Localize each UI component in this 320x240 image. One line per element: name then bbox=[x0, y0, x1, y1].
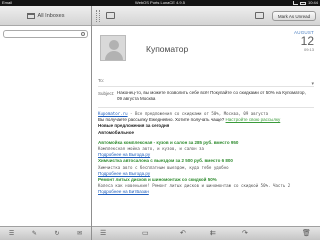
deal-link-3[interactable]: Подробнее на БитБазан bbox=[98, 189, 314, 195]
inbox-header: All Inboxes bbox=[0, 6, 91, 26]
reply-all-icon[interactable]: ⇇ bbox=[210, 229, 216, 238]
search-input[interactable] bbox=[3, 30, 88, 38]
delete-icon[interactable]: 🗑 bbox=[302, 229, 311, 238]
pane-grip-icon[interactable] bbox=[96, 10, 100, 22]
date-time: 09:13 bbox=[303, 47, 314, 52]
inbox-title: All Inboxes bbox=[37, 12, 65, 19]
sender-name[interactable]: Купоматор bbox=[146, 44, 188, 54]
flag-icon[interactable] bbox=[255, 12, 264, 19]
inbox-icon bbox=[26, 12, 35, 19]
subscription-settings-link[interactable]: Настройте свою рассылку bbox=[226, 117, 281, 122]
message-header: Mark As Unread bbox=[92, 6, 320, 26]
left-toolbar: ☰ ✎ ↻ ✉ bbox=[0, 226, 91, 240]
to-label: To: bbox=[98, 78, 105, 83]
sender-section: Купоматор AUGUST 12 09:13 bbox=[92, 26, 320, 74]
subject-label: Subject: bbox=[98, 91, 115, 96]
battery-icon bbox=[299, 1, 306, 5]
signal-icon bbox=[292, 1, 298, 5]
subject-text: Наконец-то, вы можете позволить себе всё… bbox=[117, 90, 306, 101]
refresh-icon[interactable]: ↻ bbox=[54, 230, 59, 237]
menu-icon[interactable]: ☰ bbox=[9, 230, 14, 237]
message-body: Kupomator.ru - Все предложения со скидка… bbox=[98, 111, 314, 223]
compose-icon[interactable]: ✉ bbox=[77, 230, 82, 237]
forward-icon[interactable]: ↷ bbox=[242, 229, 248, 238]
message-pane: Mark As Unread Купоматор AUGUST 12 09:13… bbox=[92, 6, 320, 240]
message-toolbar: ☰ ▭ ↶ ⇇ ↷ 🗑 bbox=[92, 226, 320, 240]
envelope-icon[interactable] bbox=[106, 12, 115, 19]
search-icon bbox=[81, 32, 85, 36]
site-link[interactable]: Kupomator.ru bbox=[98, 111, 128, 116]
avatar bbox=[100, 35, 126, 61]
date-day: 12 bbox=[300, 34, 314, 48]
message-date: AUGUST 12 09:13 bbox=[294, 30, 314, 52]
reply-icon[interactable]: ↶ bbox=[180, 229, 186, 238]
subscription-text: Вы получаете рассылку Ежедневно. Хотите … bbox=[98, 117, 226, 123]
inbox-list-pane: All Inboxes ☰ ✎ ↻ ✉ bbox=[0, 6, 92, 240]
folder-icon[interactable]: ▭ bbox=[142, 229, 149, 238]
edit-icon[interactable]: ✎ bbox=[32, 230, 37, 237]
to-row[interactable]: To: ▾ bbox=[98, 74, 314, 87]
body-intro: - Все предложения со скидками от 50%, Мо… bbox=[127, 111, 269, 116]
mark-unread-button[interactable]: Mark As Unread bbox=[272, 11, 316, 21]
subject-row: Subject: Наконец-то, вы можете позволить… bbox=[98, 88, 314, 108]
menu-icon[interactable]: ☰ bbox=[100, 229, 106, 238]
